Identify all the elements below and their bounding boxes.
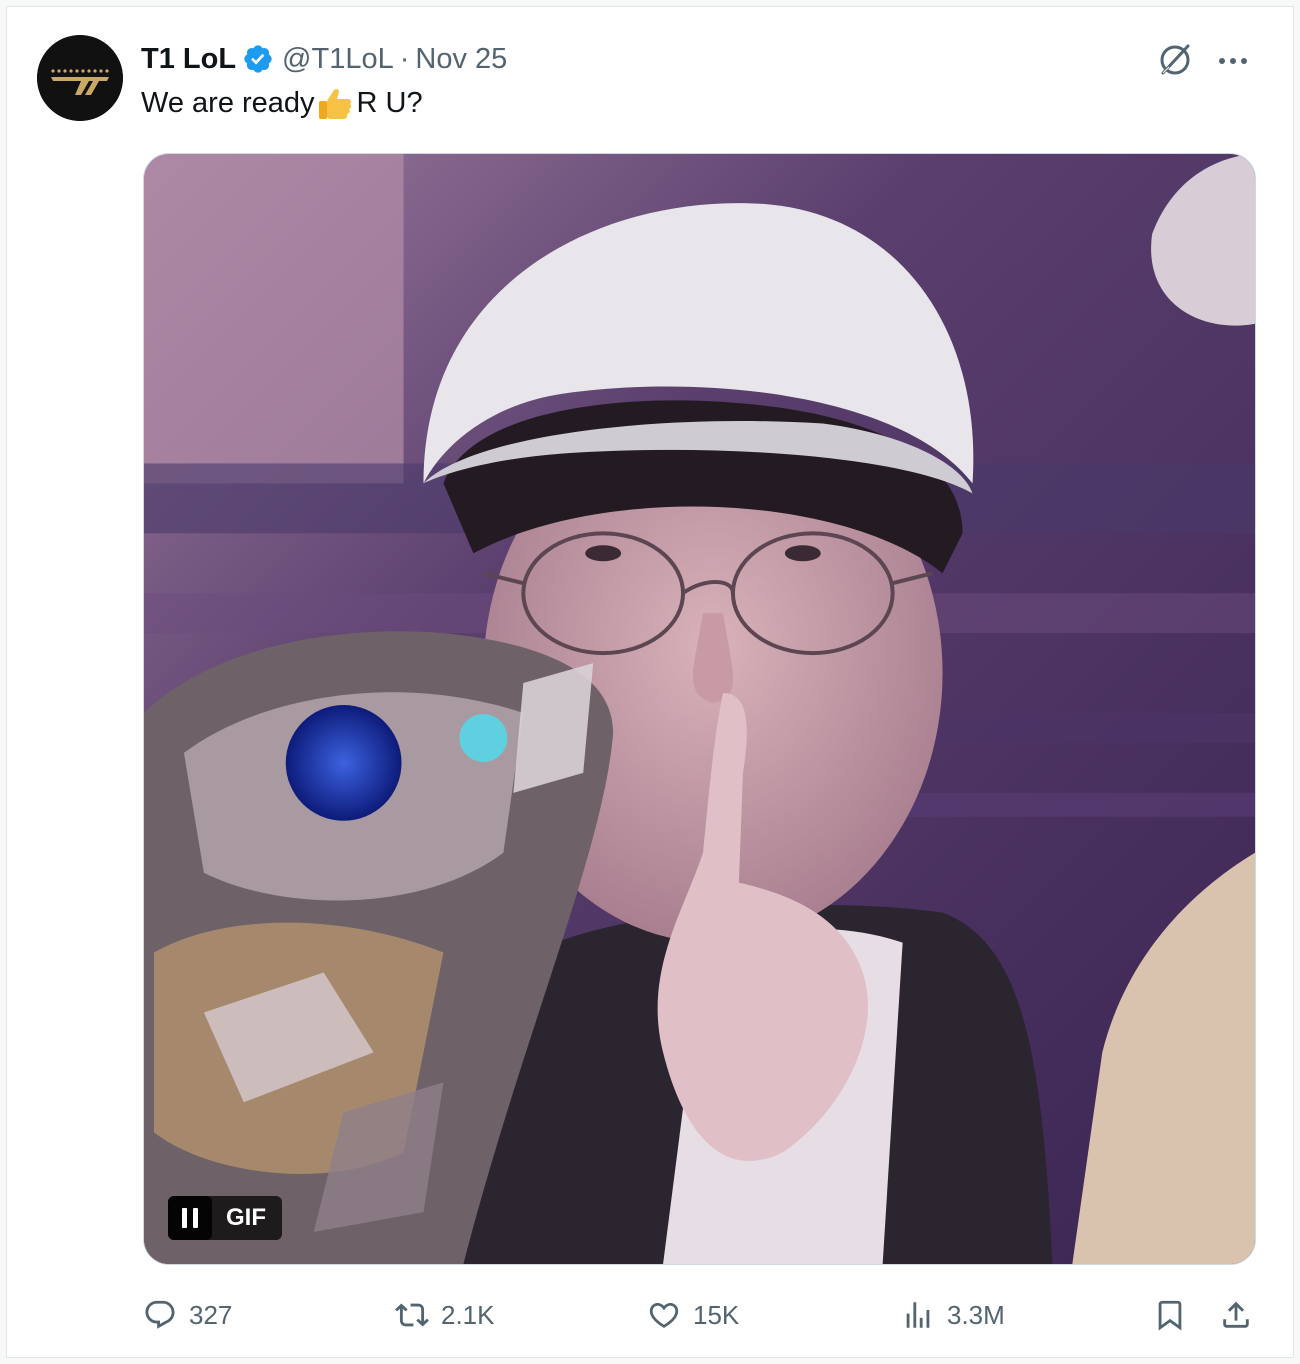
- views-chart-icon: [906, 1302, 930, 1328]
- thumbs-up-icon: [318, 88, 351, 119]
- reply-button[interactable]: 327: [143, 1295, 232, 1335]
- display-name[interactable]: T1 LoL: [141, 43, 236, 76]
- tweet-header: T1 LoL @T1LoL · Nov 25: [141, 39, 507, 79]
- action-bar: 327 2.1K 15K 3.3M: [143, 1295, 1263, 1335]
- avatar[interactable]: [37, 35, 123, 121]
- repost-count: 2.1K: [441, 1299, 495, 1330]
- handle[interactable]: @T1LoL: [282, 43, 394, 76]
- tweet-card[interactable]: T1 LoL @T1LoL · Nov 25 We are ready R U?: [6, 6, 1294, 1358]
- t1-logo-icon: [37, 35, 123, 121]
- views-button[interactable]: 3.3M: [901, 1295, 1005, 1335]
- like-count: 15K: [693, 1299, 740, 1330]
- repost-icon: [395, 1303, 429, 1327]
- like-button[interactable]: 15K: [647, 1295, 739, 1335]
- grok-icon[interactable]: [1155, 39, 1195, 79]
- gif-media[interactable]: GIF: [143, 153, 1256, 1265]
- reply-icon: [145, 1300, 175, 1329]
- repost-button[interactable]: 2.1K: [395, 1295, 495, 1335]
- share-button[interactable]: [1219, 1295, 1265, 1335]
- bookmark-button[interactable]: [1153, 1295, 1199, 1335]
- bookmark-icon: [1158, 1300, 1182, 1331]
- gif-badge[interactable]: GIF: [168, 1196, 282, 1240]
- gif-image: [144, 154, 1255, 1264]
- heart-icon: [649, 1302, 679, 1328]
- separator-dot: ·: [399, 42, 410, 75]
- tweet-text: We are ready R U?: [141, 85, 423, 121]
- tweet-text-part: R U?: [356, 86, 423, 119]
- verified-badge-icon[interactable]: [242, 43, 274, 75]
- view-count: 3.3M: [947, 1299, 1005, 1330]
- timestamp[interactable]: Nov 25: [415, 43, 507, 76]
- pause-icon[interactable]: [168, 1196, 212, 1240]
- more-options-icon[interactable]: [1213, 41, 1253, 81]
- reply-count: 327: [189, 1299, 233, 1330]
- tweet-text-part: We are ready: [141, 86, 315, 119]
- gif-label: GIF: [226, 1204, 266, 1231]
- share-icon: [1223, 1301, 1249, 1328]
